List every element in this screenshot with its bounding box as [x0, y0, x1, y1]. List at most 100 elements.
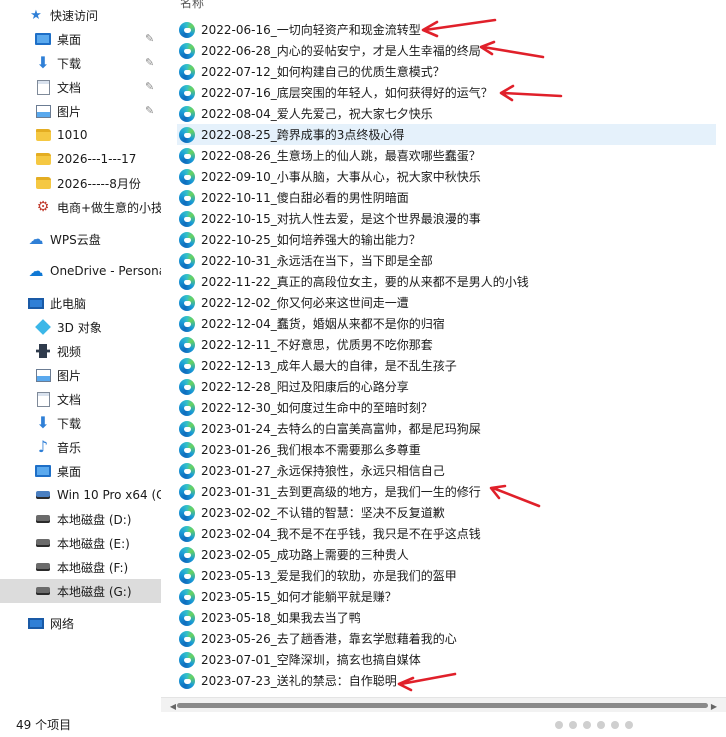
file-row[interactable]: 2023-01-27_永远保持狼性，永远只相信自己 — [179, 460, 714, 481]
file-row[interactable]: 2022-10-31_永远活在当下，当下即是全部 — [179, 250, 714, 271]
document-icon — [34, 390, 52, 408]
nav-pictures[interactable]: 图片 — [0, 363, 161, 387]
folder-icon — [34, 150, 52, 168]
file-row[interactable]: 2022-09-10_小事从脑，大事从心，祝大家中秋快乐 — [179, 166, 714, 187]
nav-folder-2026-1-17[interactable]: 2026---1---17 — [0, 147, 161, 171]
star-icon: ★ — [30, 7, 42, 23]
file-row[interactable]: 2022-08-04_爱人先爱己，祝大家七夕快乐 — [179, 103, 714, 124]
file-row[interactable]: 2023-07-23_送礼的禁忌：自作聪明 — [179, 670, 714, 691]
nav-onedrive[interactable]: ☁ OneDrive - Persona — [0, 259, 162, 283]
file-row[interactable]: 2023-05-18_如果我去当了鸭 — [179, 607, 714, 628]
nav-drive-e[interactable]: 本地磁盘 (E:) — [0, 531, 161, 555]
pin-icon[interactable]: ✎ — [145, 56, 154, 69]
edge-html-file-icon — [179, 105, 195, 122]
edge-html-file-icon — [179, 231, 195, 248]
file-row[interactable]: 2022-10-11_傻白甜必看的男性阴暗面 — [179, 187, 714, 208]
file-row[interactable]: 2023-01-26_我们根本不需要那么多尊重 — [179, 439, 714, 460]
nav-ecommerce-tips[interactable]: ⚙ 电商+做生意的小技 — [0, 195, 161, 219]
edge-html-file-icon — [179, 399, 195, 416]
file-row-selected[interactable]: 2022-08-25_跨界成事的3点终极心得 — [177, 124, 716, 145]
pin-icon[interactable]: ✎ — [145, 104, 154, 117]
nav-wps-cloud[interactable]: ☁ WPS云盘 — [0, 227, 161, 251]
file-row[interactable]: 2022-12-04_蠢货，婚姻从来都不是你的归宿 — [179, 313, 714, 334]
file-row[interactable]: 2022-07-16_底层突围的年轻人，如何获得好的运气？ — [179, 82, 714, 103]
edge-html-file-icon — [179, 42, 195, 59]
pin-icon[interactable]: ✎ — [145, 32, 154, 45]
edge-html-file-icon — [179, 420, 195, 437]
horizontal-scrollbar[interactable]: ◀ ▶ — [161, 697, 726, 712]
file-row[interactable]: 2023-07-01_空降深圳，搞玄也搞自媒体 — [179, 649, 714, 670]
edge-html-file-icon — [179, 168, 195, 185]
file-row[interactable]: 2023-01-31_去到更高级的地方，是我们一生的修行 — [179, 481, 714, 502]
file-explorer-window: ★ 快速访问 桌面 ✎ ⬇ 下载 ✎ 文档 ✎ 图片 ✎ 1010 2026--… — [0, 0, 726, 737]
nav-this-pc[interactable]: 此电脑 — [0, 291, 161, 315]
file-row[interactable]: 2023-01-24_去特么的白富美高富帅，都是尼玛狗屎 — [179, 418, 714, 439]
edge-html-file-icon — [179, 210, 195, 227]
folder-icon — [34, 174, 52, 192]
edge-html-file-icon — [179, 315, 195, 332]
edge-html-file-icon — [179, 21, 195, 38]
edge-html-file-icon — [179, 630, 195, 647]
picture-icon — [34, 102, 52, 120]
file-row[interactable]: 2022-10-25_如何培养强大的输出能力？ — [179, 229, 714, 250]
file-row[interactable]: 2023-05-26_去了趟香港，靠玄学慰藉着我的心 — [179, 628, 714, 649]
nav-drive-d[interactable]: 本地磁盘 (D:) — [0, 507, 161, 531]
nav-quick-access[interactable]: ★ 快速访问 — [0, 3, 161, 27]
file-row[interactable]: 2022-06-16_一切向轻资产和现金流转型 — [179, 19, 714, 40]
file-row[interactable]: 2023-02-02_不认错的智慧：坚决不反复道歉 — [179, 502, 714, 523]
nav-desktop-pinned[interactable]: 桌面 ✎ — [0, 27, 161, 51]
edge-html-file-icon — [179, 588, 195, 605]
pin-icon[interactable]: ✎ — [145, 80, 154, 93]
nav-music[interactable]: ♪ 音乐 — [0, 435, 161, 459]
nav-pictures-pinned[interactable]: 图片 ✎ — [0, 99, 161, 123]
music-icon: ♪ — [37, 437, 49, 456]
item-count: 49 个项目 — [16, 718, 72, 732]
navigation-pane: ★ 快速访问 桌面 ✎ ⬇ 下载 ✎ 文档 ✎ 图片 ✎ 1010 2026--… — [0, 0, 161, 712]
nav-drive-g[interactable]: 本地磁盘 (G:) — [0, 579, 161, 603]
folder-icon — [34, 126, 52, 144]
file-row[interactable]: 2022-08-26_生意场上的仙人跳，最喜欢哪些蠢蛋？ — [179, 145, 714, 166]
edge-html-file-icon — [179, 441, 195, 458]
file-row[interactable]: 2022-11-22_真正的高段位女主，要的从来都不是男人的小钱 — [179, 271, 714, 292]
download-icon: ⬇ — [36, 413, 50, 432]
nav-videos[interactable]: 视频 — [0, 339, 161, 363]
file-row[interactable]: 2023-02-05_成功路上需要的三种贵人 — [179, 544, 714, 565]
file-row[interactable]: 2022-07-12_如何构建自己的优质生意模式？ — [179, 61, 714, 82]
file-row[interactable]: 2023-05-13_爱是我们的软肋，亦是我们的盔甲 — [179, 565, 714, 586]
nav-drive-f[interactable]: 本地磁盘 (F:) — [0, 555, 161, 579]
video-icon — [34, 342, 52, 360]
picture-icon — [34, 366, 52, 384]
file-row[interactable]: 2022-06-28_内心的妥帖安宁，才是人生幸福的终局 — [179, 40, 714, 61]
nav-folder-1010[interactable]: 1010 — [0, 123, 161, 147]
nav-downloads-pinned[interactable]: ⬇ 下载 ✎ — [0, 51, 161, 75]
nav-network[interactable]: 网络 — [0, 611, 161, 635]
edge-html-file-icon — [179, 525, 195, 542]
column-header-name[interactable]: 名称 — [180, 0, 204, 11]
file-row[interactable]: 2022-12-02_你又何必来这世间走一遭 — [179, 292, 714, 313]
file-row[interactable]: 2023-05-15_如何才能躺平就是赚？ — [179, 586, 714, 607]
drive-icon — [34, 582, 52, 600]
scrollbar-thumb[interactable] — [177, 703, 708, 708]
edge-html-file-icon — [179, 672, 195, 689]
file-row[interactable]: 2022-12-30_如何度过生命中的至暗时刻？ — [179, 397, 714, 418]
edge-html-file-icon — [179, 609, 195, 626]
scroll-right-arrow-icon[interactable]: ▶ — [708, 700, 720, 712]
desktop-icon — [34, 30, 52, 48]
nav-desktop[interactable]: 桌面 — [0, 459, 161, 483]
nav-downloads[interactable]: ⬇ 下载 — [0, 411, 161, 435]
file-row[interactable]: 2023-02-04_我不是不在乎钱，我只是不在乎这点钱 — [179, 523, 714, 544]
document-icon — [34, 78, 52, 96]
file-row[interactable]: 2022-12-13_成年人最大的自律，是不乱生孩子 — [179, 355, 714, 376]
edge-html-file-icon — [179, 126, 195, 143]
status-bar: 49 个项目 — [0, 712, 726, 737]
file-row[interactable]: 2022-12-11_不好意思，优质男不吃你那套 — [179, 334, 714, 355]
nav-3d-objects[interactable]: 3D 对象 — [0, 315, 161, 339]
nav-drive-c[interactable]: Win 10 Pro x64 (C — [0, 483, 161, 507]
file-row[interactable]: 2022-12-28_阳过及阳康后的心路分享 — [179, 376, 714, 397]
file-row[interactable]: 2022-10-15_对抗人性去爱，是这个世界最浪漫的事 — [179, 208, 714, 229]
nav-documents-pinned[interactable]: 文档 ✎ — [0, 75, 161, 99]
nav-folder-2026-8[interactable]: 2026-----8月份 — [0, 171, 161, 195]
nav-documents[interactable]: 文档 — [0, 387, 161, 411]
edge-html-file-icon — [179, 567, 195, 584]
drive-icon — [34, 558, 52, 576]
